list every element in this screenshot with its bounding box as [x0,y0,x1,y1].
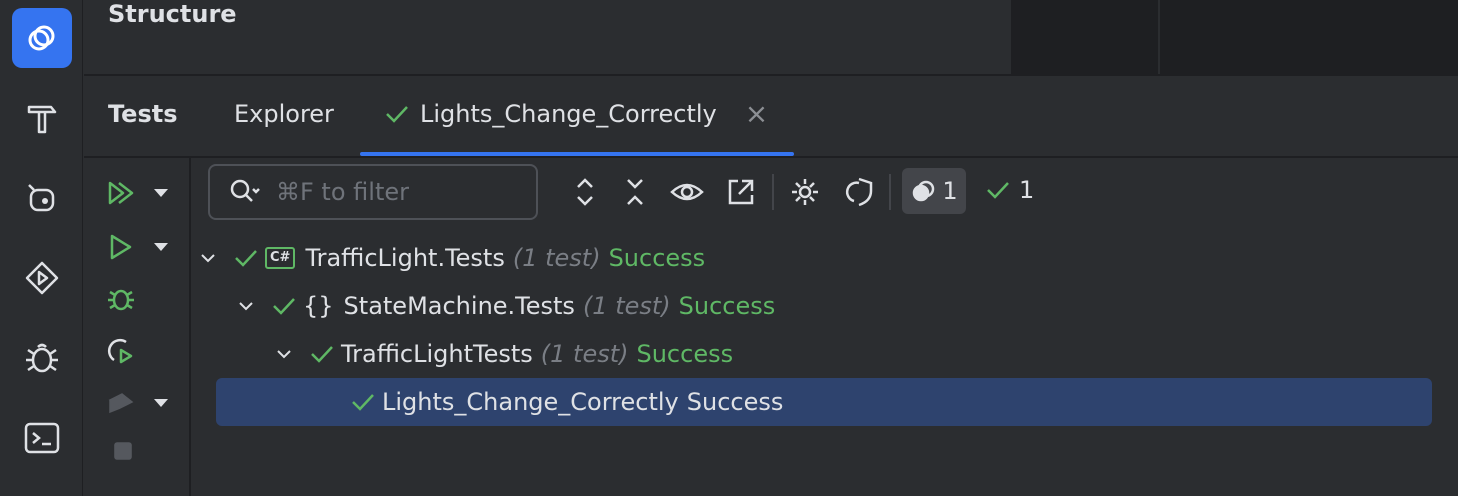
debug-tool-button[interactable] [12,328,72,388]
rerun-icon [107,338,133,364]
export-icon [728,179,754,205]
check-icon [386,106,408,123]
shield-refresh-icon [845,177,873,207]
chevron-down-icon[interactable] [273,343,295,365]
tab-lights-change-correctly[interactable]: Lights_Change_Correctly × [384,100,768,128]
bug-icon [26,343,58,373]
close-icon[interactable]: × [745,100,768,128]
passed-count: 1 [1019,176,1035,204]
vertical-toolbar [84,158,191,496]
toolbar-separator [772,174,774,210]
chevron-down-icon[interactable] [235,295,257,317]
success-check-icon [235,250,257,267]
tests-tab-bar: Tests Explorer Lights_Change_Correctly × [84,76,1458,156]
continuous-testing-button[interactable] [839,172,879,212]
unit-tests-icon [28,25,55,51]
stop-icon [114,442,132,460]
total-tests-filter-toggle[interactable]: 1 [902,168,966,214]
chevron-down-icon[interactable] [154,243,168,251]
hammer-icon [27,105,57,134]
show-options-button[interactable] [667,172,707,212]
structure-title: Structure [108,0,237,28]
search-placeholder: ⌘F to filter [276,178,409,206]
terminal-tool-button[interactable] [12,408,72,468]
services-tool-button[interactable] [12,168,72,228]
tool-window-title: Tests [108,100,178,128]
namespace-name: StateMachine.Tests [343,292,575,320]
structure-pane: Structure [84,0,1011,74]
project-test-count: (1 test) [512,244,601,272]
editor-pane [1011,0,1159,74]
run-all-button[interactable] [106,178,168,208]
expand-all-button[interactable] [565,172,605,212]
namespace-test-count: (1 test) [582,292,671,320]
namespace-icon: {} [303,292,334,320]
unit-tests-icon [913,180,935,202]
run-button[interactable] [106,232,168,262]
class-status: Success [636,340,734,368]
toolbar-separator [889,174,891,210]
success-check-icon [273,298,295,315]
debug-icon [108,289,134,311]
tree-row-project[interactable]: C# TrafficLight.Tests (1 test) Success [197,234,705,282]
chevron-down-icon[interactable] [154,399,168,407]
tree-row-class[interactable]: TrafficLightTests (1 test) Success [273,330,733,378]
play-icon [110,234,132,260]
search-icon [230,179,260,202]
build-tool-button[interactable] [12,88,72,148]
test-name: Lights_Change_Correctly [382,388,679,416]
project-status: Success [608,244,706,272]
rerun-button[interactable] [106,336,136,366]
success-check-icon [352,394,374,411]
check-icon [987,182,1009,199]
run-tool-button[interactable] [12,248,72,308]
unit-tests-tool-button[interactable] [12,8,72,68]
total-count: 1 [942,177,958,205]
expand-all-icon [577,178,593,206]
cover-button[interactable] [106,388,168,418]
tree-row-namespace[interactable]: {} StateMachine.Tests (1 test) Success [235,282,775,330]
terminal-icon [24,422,60,454]
namespace-status: Success [678,292,776,320]
test-status: Success [686,388,784,416]
tool-window-strip [0,0,83,496]
collapse-all-icon [627,179,643,205]
tree-row-test[interactable]: Lights_Change_Correctly Success [216,378,1432,426]
settings-button[interactable] [785,172,825,212]
stop-button[interactable] [112,440,134,462]
project-name: TrafficLight.Tests [305,244,505,272]
passed-tests-filter-toggle[interactable]: 1 [985,176,1034,204]
test-tree-panel: ⌘F to filter 1 1 C# TrafficLight.Tests (… [191,158,1458,496]
tab-label: Lights_Change_Correctly [420,100,717,128]
class-name: TrafficLightTests [341,340,533,368]
class-test-count: (1 test) [540,340,629,368]
services-icon [28,184,55,212]
run-all-icon [108,181,134,205]
tab-explorer[interactable]: Explorer [234,100,334,128]
chevron-down-icon[interactable] [154,189,168,197]
editor-pane-right [1160,0,1458,74]
export-button[interactable] [721,172,761,212]
debug-button[interactable] [106,284,136,314]
success-check-icon [311,346,333,363]
collapse-all-button[interactable] [615,172,655,212]
gear-icon [792,179,818,205]
filter-search-field[interactable]: ⌘F to filter [208,164,538,220]
run-icon [25,261,59,295]
chevron-down-icon[interactable] [197,247,219,269]
csharp-project-icon: C# [265,247,296,269]
coverage-icon [108,393,134,414]
eye-icon [670,183,704,201]
